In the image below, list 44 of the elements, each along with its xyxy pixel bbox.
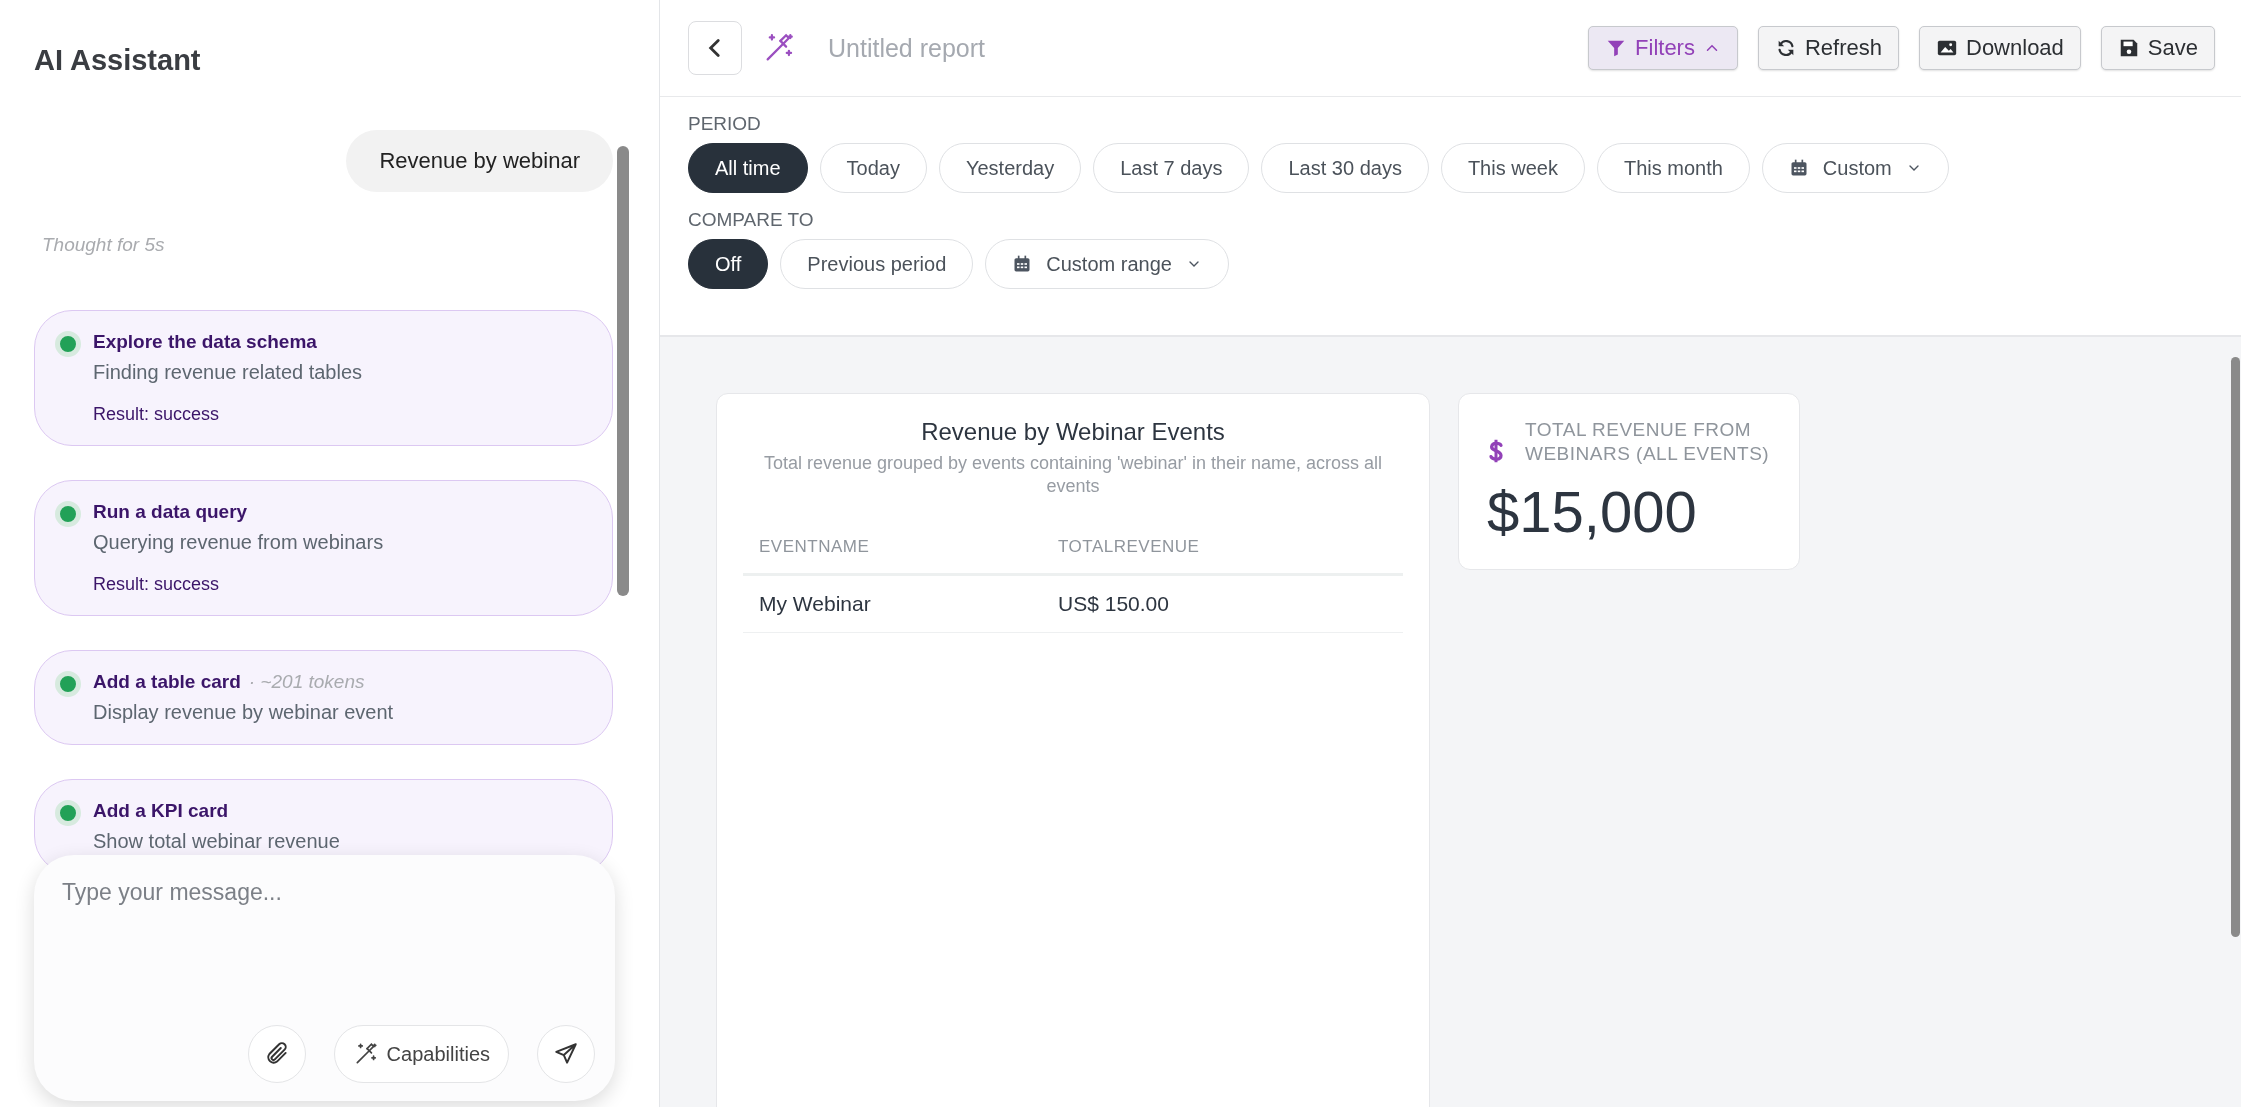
save-button[interactable]: Save <box>2100 26 2215 70</box>
column-header: EVENTNAME <box>743 520 1043 575</box>
step-title: Add a table card <box>93 671 241 693</box>
period-chip[interactable]: Off <box>688 239 769 289</box>
step-result: Result: success <box>93 404 221 425</box>
thought-label: Thought for 5s <box>41 233 166 257</box>
step-description: Querying revenue from webinars <box>93 531 384 554</box>
table-cell: US$ 150.00 <box>1042 574 1403 633</box>
section-label: COMPARE TO <box>688 209 815 231</box>
step-title: Run a data query <box>93 501 248 523</box>
calendar-icon <box>1012 254 1033 274</box>
download-button[interactable]: Download <box>1919 26 2081 70</box>
date-dropdown[interactable]: Custom <box>1761 143 1949 193</box>
capabilities-button[interactable]: Capabilities <box>333 1025 509 1083</box>
kpi-label: TOTAL REVENUE FROM WEBINARS (ALL EVENTS) <box>1525 418 1771 466</box>
step-description: Show total webinar revenue <box>93 830 340 853</box>
period-chip[interactable]: Last 7 days <box>1093 143 1250 193</box>
period-chip[interactable]: This month <box>1596 143 1750 193</box>
send-icon <box>553 1041 579 1067</box>
column-header: TOTALREVENUE <box>1042 520 1403 575</box>
filters-button[interactable]: Filters <box>1588 26 1738 70</box>
period-chip[interactable]: Today <box>819 143 927 193</box>
period-chip[interactable]: Last 30 days <box>1261 143 1429 193</box>
token-count: · ~201 tokens <box>248 671 365 693</box>
step-title: Explore the data schema <box>93 331 317 353</box>
kpi-value: $15,000 <box>1487 478 1698 545</box>
step-description: Finding revenue related tables <box>93 361 363 384</box>
date-dropdown[interactable]: Custom range <box>985 239 1229 289</box>
message-input[interactable]: Type your message... <box>62 879 595 1025</box>
panel-title: AI Assistant <box>33 43 202 78</box>
period-chip[interactable]: Previous period <box>780 239 974 289</box>
step-result: Result: success <box>93 574 221 595</box>
back-button[interactable] <box>688 21 742 75</box>
step-title: Add a KPI card <box>93 800 229 822</box>
period-chip[interactable]: This week <box>1440 143 1585 193</box>
table-cell: My Webinar <box>743 574 1043 633</box>
period-chip[interactable]: All time <box>688 143 808 193</box>
section-label: PERIOD <box>688 113 762 135</box>
card-title: Revenue by Webinar Events <box>920 418 1226 446</box>
period-chip[interactable]: Yesterday <box>938 143 1082 193</box>
user-message: Revenue by webinar <box>346 130 613 192</box>
card-subtitle: Total revenue grouped by events containing 'webinar' in their name, across all events <box>762 452 1384 499</box>
step-description: Display revenue by webinar event <box>93 701 394 724</box>
refresh-button[interactable]: Refresh <box>1757 26 1899 70</box>
